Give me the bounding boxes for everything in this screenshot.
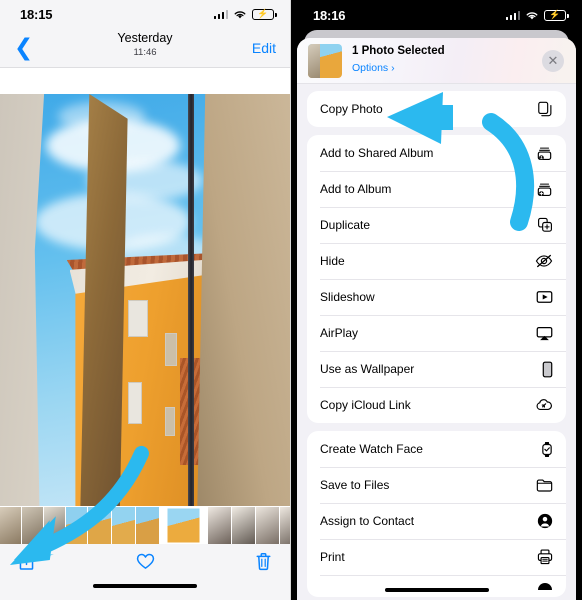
cellular-bars-icon — [505, 10, 520, 20]
copy-icon — [537, 101, 553, 117]
dual-phone-screenshot: 18:15 ⚡ ❮ Yesterday 11:46 Edit 18:16 ⚡ 1… — [0, 0, 582, 600]
play-rectangle-icon — [536, 290, 553, 304]
status-bar-right: 18:16 ⚡ — [291, 0, 582, 30]
status-bar-indicators: ⚡ — [213, 8, 277, 20]
selected-photo-thumbnail — [308, 43, 342, 78]
action-row-copy-icloud-link[interactable]: Copy iCloud Link — [307, 387, 566, 423]
add-album-icon — [536, 182, 553, 197]
status-bar-left: 18:15 ⚡ — [0, 0, 290, 28]
action-row-print[interactable]: Print — [307, 539, 566, 575]
filmstrip-thumb[interactable] — [136, 507, 160, 544]
phone-icon — [542, 361, 553, 378]
home-indicator-area-left — [0, 578, 290, 600]
shared-album-icon — [536, 146, 553, 161]
photo-viewer[interactable] — [0, 94, 290, 506]
action-row-partial[interactable] — [307, 575, 566, 597]
eye-slash-icon — [535, 254, 553, 268]
photo-top-gap — [0, 68, 290, 94]
filmstrip-thumb[interactable] — [66, 507, 88, 544]
filmstrip-thumb[interactable] — [232, 507, 256, 544]
printer-icon — [537, 549, 553, 565]
status-bar-time: 18:16 — [313, 7, 346, 23]
narrow-alley-yellow-building-photo — [0, 94, 290, 506]
cellular-bars-icon — [213, 9, 228, 19]
action-group: Copy Photo — [307, 91, 566, 127]
watch-icon — [541, 441, 553, 458]
filmstrip-thumb[interactable] — [112, 507, 136, 544]
share-sheet-actions[interactable]: Copy Photo Add to Shared Album Add to Al… — [297, 84, 576, 597]
filmstrip-thumb[interactable] — [0, 507, 22, 544]
filmstrip-thumb[interactable] — [88, 507, 112, 544]
share-sheet: 1 Photo Selected Options › ✕ Copy Photo — [297, 38, 576, 600]
right-phone-screen: 18:16 ⚡ 1 Photo Selected Options › ✕ Cop… — [291, 0, 582, 600]
photo-toolbar — [0, 544, 290, 578]
chevron-left-icon[interactable]: ❮ — [14, 36, 33, 59]
page-title: Yesterday — [117, 31, 173, 45]
action-row-add-to-shared-album[interactable]: Add to Shared Album — [307, 135, 566, 171]
home-indicator[interactable] — [93, 584, 197, 588]
filmstrip-thumb[interactable] — [256, 507, 280, 544]
wifi-icon — [526, 11, 538, 19]
wifi-icon — [234, 10, 246, 18]
partial-icon — [537, 582, 553, 590]
filmstrip-thumb-selected[interactable] — [166, 507, 202, 544]
battery-charging-icon: ⚡ — [544, 9, 569, 21]
options-link[interactable]: Options › — [352, 58, 445, 76]
cloud-link-icon — [535, 398, 553, 412]
share-sheet-title: 1 Photo Selected — [352, 45, 445, 57]
filmstrip-thumb[interactable] — [22, 507, 44, 544]
status-bar-time: 18:15 — [20, 6, 53, 22]
filmstrip-thumb[interactable] — [208, 507, 232, 544]
trash-icon[interactable] — [255, 552, 272, 571]
action-row-slideshow[interactable]: Slideshow — [307, 279, 566, 315]
left-phone-screen: 18:15 ⚡ ❮ Yesterday 11:46 Edit — [0, 0, 291, 600]
person-circle-icon — [537, 513, 553, 529]
airplay-icon — [536, 326, 553, 341]
action-row-assign-to-contact[interactable]: Assign to Contact — [307, 503, 566, 539]
action-row-add-to-album[interactable]: Add to Album — [307, 171, 566, 207]
edit-button[interactable]: Edit — [252, 40, 276, 56]
nav-title-group: Yesterday 11:46 — [0, 31, 290, 59]
close-icon[interactable]: ✕ — [542, 49, 564, 72]
action-row-duplicate[interactable]: Duplicate — [307, 207, 566, 243]
filmstrip-thumb[interactable] — [44, 507, 66, 544]
action-row-save-to-files[interactable]: Save to Files — [307, 467, 566, 503]
action-group: Add to Shared Album Add to Album Duplica… — [307, 135, 566, 423]
status-bar-indicators: ⚡ — [505, 9, 569, 21]
chevron-right-icon: › — [388, 62, 395, 74]
share-icon[interactable] — [18, 552, 35, 571]
action-row-airplay[interactable]: AirPlay — [307, 315, 566, 351]
share-sheet-header: 1 Photo Selected Options › ✕ — [297, 38, 576, 84]
heart-icon[interactable] — [136, 553, 155, 570]
photo-nav-bar: ❮ Yesterday 11:46 Edit — [0, 28, 290, 68]
filmstrip-thumb[interactable] — [280, 507, 290, 544]
share-sheet-stack: 1 Photo Selected Options › ✕ Copy Photo — [291, 30, 582, 600]
photo-filmstrip[interactable] — [0, 506, 290, 544]
page-subtitle: 11:46 — [133, 47, 157, 58]
duplicate-icon — [537, 217, 553, 233]
action-group: Create Watch Face Save to Files Assign t… — [307, 431, 566, 597]
action-row-use-as-wallpaper[interactable]: Use as Wallpaper — [307, 351, 566, 387]
share-sheet-title-group: 1 Photo Selected Options › — [352, 45, 445, 76]
action-row-hide[interactable]: Hide — [307, 243, 566, 279]
action-row-copy-photo[interactable]: Copy Photo — [307, 91, 566, 127]
action-row-create-watch-face[interactable]: Create Watch Face — [307, 431, 566, 467]
folder-icon — [536, 478, 553, 492]
battery-charging-icon: ⚡ — [252, 8, 277, 20]
